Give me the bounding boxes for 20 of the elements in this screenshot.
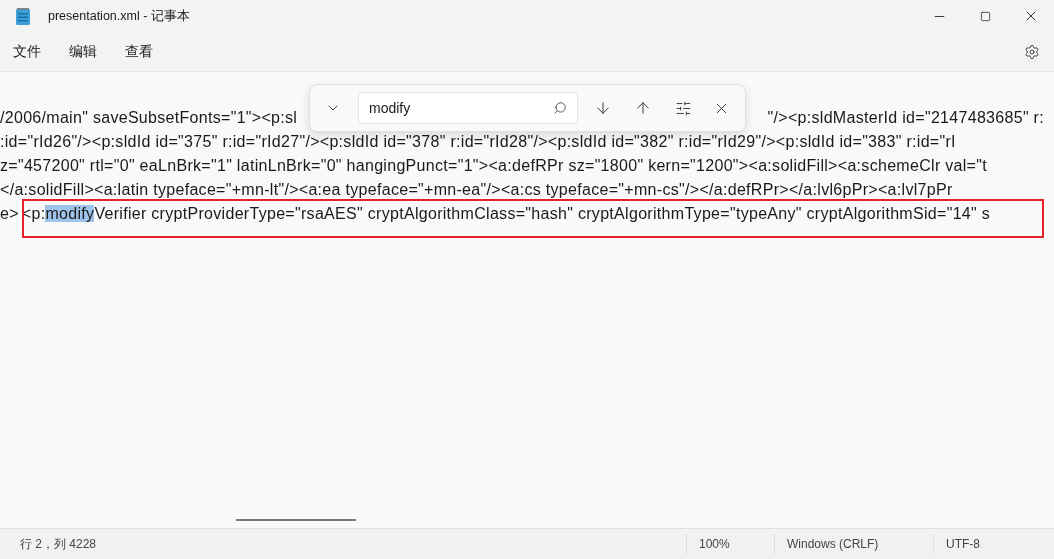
notepad-icon — [16, 7, 30, 25]
text-editor[interactable] — [0, 72, 1054, 528]
search-icon[interactable] — [553, 101, 567, 115]
encoding: UTF-8 — [945, 536, 981, 553]
code-line: z="457200" rtl="0" eaLnBrk="1" latinLnBrk="0" hangingPunct="1"><a:defRPr sz="1800" kern="1200"><a:solidFill><a:schemeClr val="t — [0, 156, 988, 176]
zoom-level: 100% — [698, 536, 731, 553]
window-title: presentation.xml - 记事本 — [48, 7, 190, 25]
search-field[interactable]: modify — [358, 92, 578, 124]
menu-item[interactable]: 文件 — [4, 36, 50, 67]
code-line: </a:solidFill><a:latin typeface="+mn-lt"/><a:ea typeface="+mn-ea"/><a:cs typeface="+mn-cs"/></a:defRPr></a:lvl6pPr><a:lvl7pPr — [0, 180, 954, 200]
menu-item[interactable]: 查看 — [116, 36, 162, 67]
menu-item[interactable]: 编辑 — [60, 36, 106, 67]
code-line: "/><p:sldMasterId id="2147483685" r: — [767, 108, 1044, 128]
code-line: e> — [0, 204, 19, 224]
scrollbar-thumb[interactable] — [236, 519, 356, 521]
code-line: /2006/main" saveSubsetFonts="1"><p:sl — [0, 108, 298, 128]
cursor-position: 行 2，列 4228 — [20, 536, 97, 553]
maximize-icon[interactable] — [979, 10, 991, 22]
line-ending: Windows (CRLF) — [786, 536, 880, 553]
code-line: :id="rId26"/><p:sldId id="375" r:id="rId27"/><p:sldId id="378" r:id="rId28"/><p:sldId id="382" r:id="rId29"/><p:sldId id="383" r:id="rI — [0, 132, 957, 152]
